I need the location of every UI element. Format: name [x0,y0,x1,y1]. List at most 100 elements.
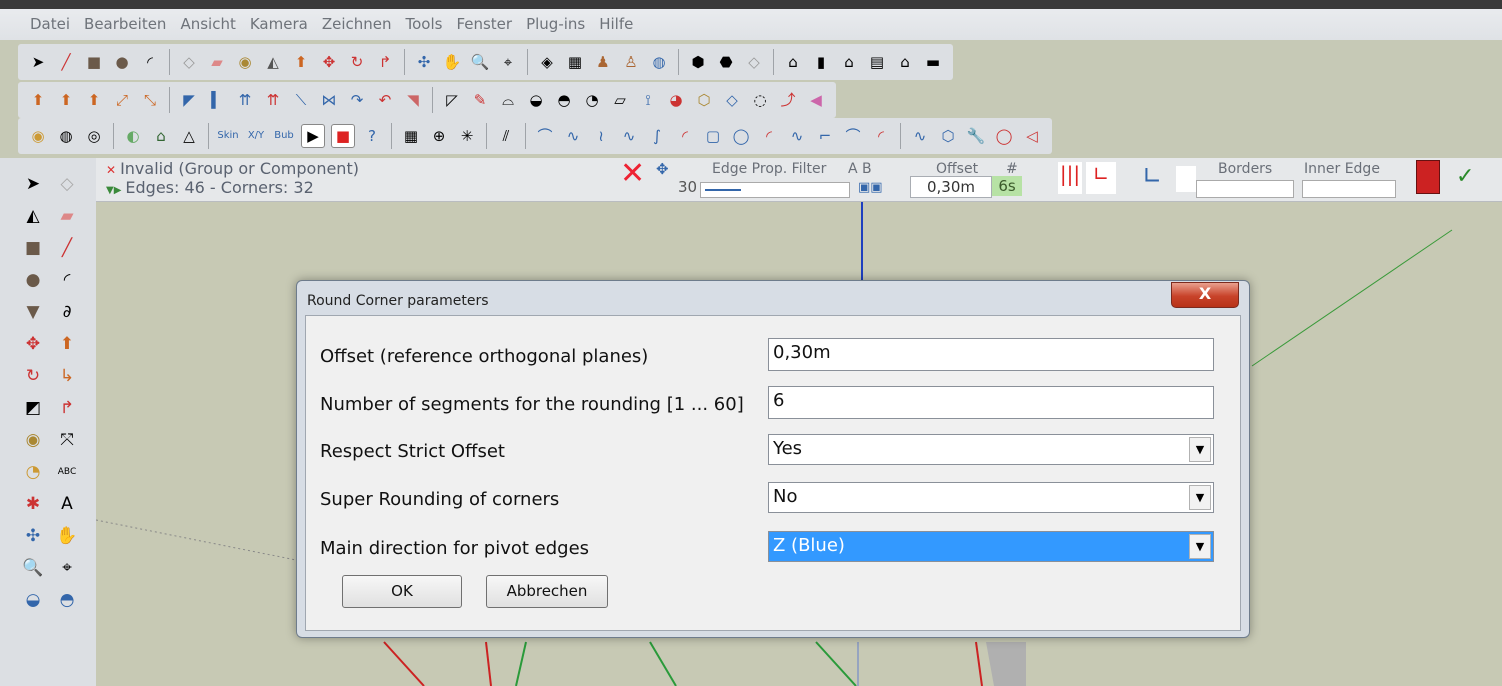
follow-me-icon[interactable]: ↳ [54,364,80,388]
solid-b-icon[interactable]: ◒ [525,89,547,111]
top-view-icon[interactable]: ⌂ [838,51,860,73]
curve-d-icon[interactable]: ∿ [618,125,640,147]
close-button[interactable]: X [1171,282,1239,308]
rectangle-icon[interactable]: ■ [20,236,46,260]
ok-button[interactable]: OK [342,575,462,608]
zoom-extents-icon[interactable]: ⌖ [497,51,519,73]
menu-datei[interactable]: Datei [30,15,70,33]
solid-a-icon[interactable]: ⌓ [497,89,519,111]
round-corner-icon[interactable]: ◉ [27,125,49,147]
pencil-icon[interactable]: ╱ [55,51,77,73]
3d-text-icon[interactable]: A [54,492,80,516]
zoom-icon[interactable]: 🔍 [469,51,491,73]
inner-edge-line-icon[interactable] [1302,180,1396,198]
back-view-icon[interactable]: ⌂ [894,51,916,73]
zoom-icon[interactable]: 🔍 [20,556,46,580]
brush-icon[interactable]: ✎ [469,89,491,111]
crosshair-icon[interactable]: ⊕ [428,125,450,147]
sharp-corner-icon[interactable]: ◍ [55,125,77,147]
cancel-button[interactable]: Abbrechen [486,575,608,608]
swatch-icon[interactable] [1176,166,1196,192]
curve-blue-icon[interactable]: ↷ [346,89,368,111]
orbit-icon[interactable]: ✣ [20,524,46,548]
menu-zeichnen[interactable]: Zeichnen [322,15,392,33]
make-component-icon[interactable]: ◇ [178,51,200,73]
menu-ansicht[interactable]: Ansicht [180,15,235,33]
edge-blue-icon[interactable]: ▍ [206,89,228,111]
select-icon[interactable]: ➤ [20,172,46,196]
menu-hilfe[interactable]: Hilfe [599,15,633,33]
push-pull-icon[interactable]: ⬆ [54,332,80,356]
rectangle-icon[interactable]: ■ [83,51,105,73]
face-red-icon[interactable]: ◥ [402,89,424,111]
solid-g-icon[interactable]: ◕ [665,89,687,111]
circle-icon[interactable]: ● [111,51,133,73]
walk-icon[interactable]: ▦ [564,51,586,73]
up-arrows-icon[interactable]: ⇈ [234,89,256,111]
polygon-icon[interactable]: ▼ [20,300,46,324]
polygon-icon[interactable]: ⬡ [937,125,959,147]
ab-boxes-icon[interactable]: ▣▣ [858,180,883,195]
bub-icon[interactable]: Bub [273,125,295,147]
axis-j-icon[interactable]: ⬆ [27,89,49,111]
curve-f-icon[interactable]: ∿ [786,125,808,147]
arc-icon[interactable]: ◜ [54,268,80,292]
borders-line-icon[interactable] [1196,180,1294,198]
curve-b-icon[interactable]: ∿ [562,125,584,147]
zoom-extents-icon[interactable]: ⌖ [54,556,80,580]
corner-arrow-icon[interactable]: ⤡ [139,89,161,111]
eraser-icon[interactable]: ▰ [206,51,228,73]
pivot-direction-select[interactable]: Z (Blue) ▼ [768,531,1214,562]
extension-icon[interactable]: ⬣ [715,51,737,73]
axis-v-icon[interactable]: ⬆ [55,89,77,111]
corner-blue-icon[interactable]: ∟ [1142,162,1168,194]
curve-i-icon[interactable]: ◜ [870,125,892,147]
left-view-icon[interactable]: ▬ [922,51,944,73]
right-view-icon[interactable]: ▤ [866,51,888,73]
check-icon[interactable]: ✓ [1456,164,1474,189]
eraser-icon[interactable]: ▰ [54,204,80,228]
triangle-icon[interactable]: ◁ [1021,125,1043,147]
solid-k-icon[interactable]: ⤴ [777,89,799,111]
axes-icon[interactable]: ✱ [20,492,46,516]
text-icon[interactable]: ABC [54,460,80,484]
strict-offset-select[interactable]: Yes ▼ [768,434,1214,465]
solid-j-icon[interactable]: ◌ [749,89,771,111]
skin-b-icon[interactable]: ⌂ [150,125,172,147]
wrench-icon[interactable]: 🔧 [965,125,987,147]
diagonal-icon[interactable]: ⟍ [290,89,312,111]
shape-icon[interactable]: ◸ [441,89,463,111]
follow-me-icon[interactable]: ↱ [374,51,396,73]
edge-prop-line-icon[interactable] [700,182,850,198]
cancel-x-icon[interactable]: ✕ [620,159,645,189]
menu-fenster[interactable]: Fenster [456,15,512,33]
dropdown-arrow-icon[interactable]: ▼ [1189,437,1211,462]
bowtie-icon[interactable]: ⋈ [318,89,340,111]
curve-c-icon[interactable]: ≀ [590,125,612,147]
freehand-icon[interactable]: ∂ [54,300,80,324]
push-pull-icon[interactable]: ⬆ [290,51,312,73]
rotate-icon[interactable]: ↻ [346,51,368,73]
dropdown-arrow-icon[interactable]: ▼ [1189,534,1211,559]
offset-value[interactable]: 0,30m [910,176,992,198]
share-icon[interactable]: ◇ [743,51,765,73]
red-bars-icon[interactable]: ||| [1058,162,1082,194]
curve-red-icon[interactable]: ↶ [374,89,396,111]
axis-n-icon[interactable]: ⬆ [83,89,105,111]
segments-value[interactable]: 6s [992,176,1022,196]
up-arrows-red-icon[interactable]: ⇈ [262,89,284,111]
pencil-icon[interactable]: ╱ [54,236,80,260]
scale-icon[interactable]: ◩ [20,396,46,420]
tape-measure-icon[interactable]: ◉ [20,428,46,452]
circle-icon[interactable]: ● [20,268,46,292]
rect-blue-icon[interactable]: ▢ [702,125,724,147]
orbit-icon[interactable]: ✣ [413,51,435,73]
rotate-icon[interactable]: ↻ [20,364,46,388]
solid-d-icon[interactable]: ◔ [581,89,603,111]
question-icon[interactable]: ? [361,125,383,147]
ellipse-icon[interactable]: ◯ [993,125,1015,147]
iso-view-icon[interactable]: ⌂ [782,51,804,73]
look-around-icon[interactable]: ♙ [620,51,642,73]
scale-arrow-icon[interactable]: ⤢ [111,89,133,111]
face-blue-icon[interactable]: ◤ [178,89,200,111]
